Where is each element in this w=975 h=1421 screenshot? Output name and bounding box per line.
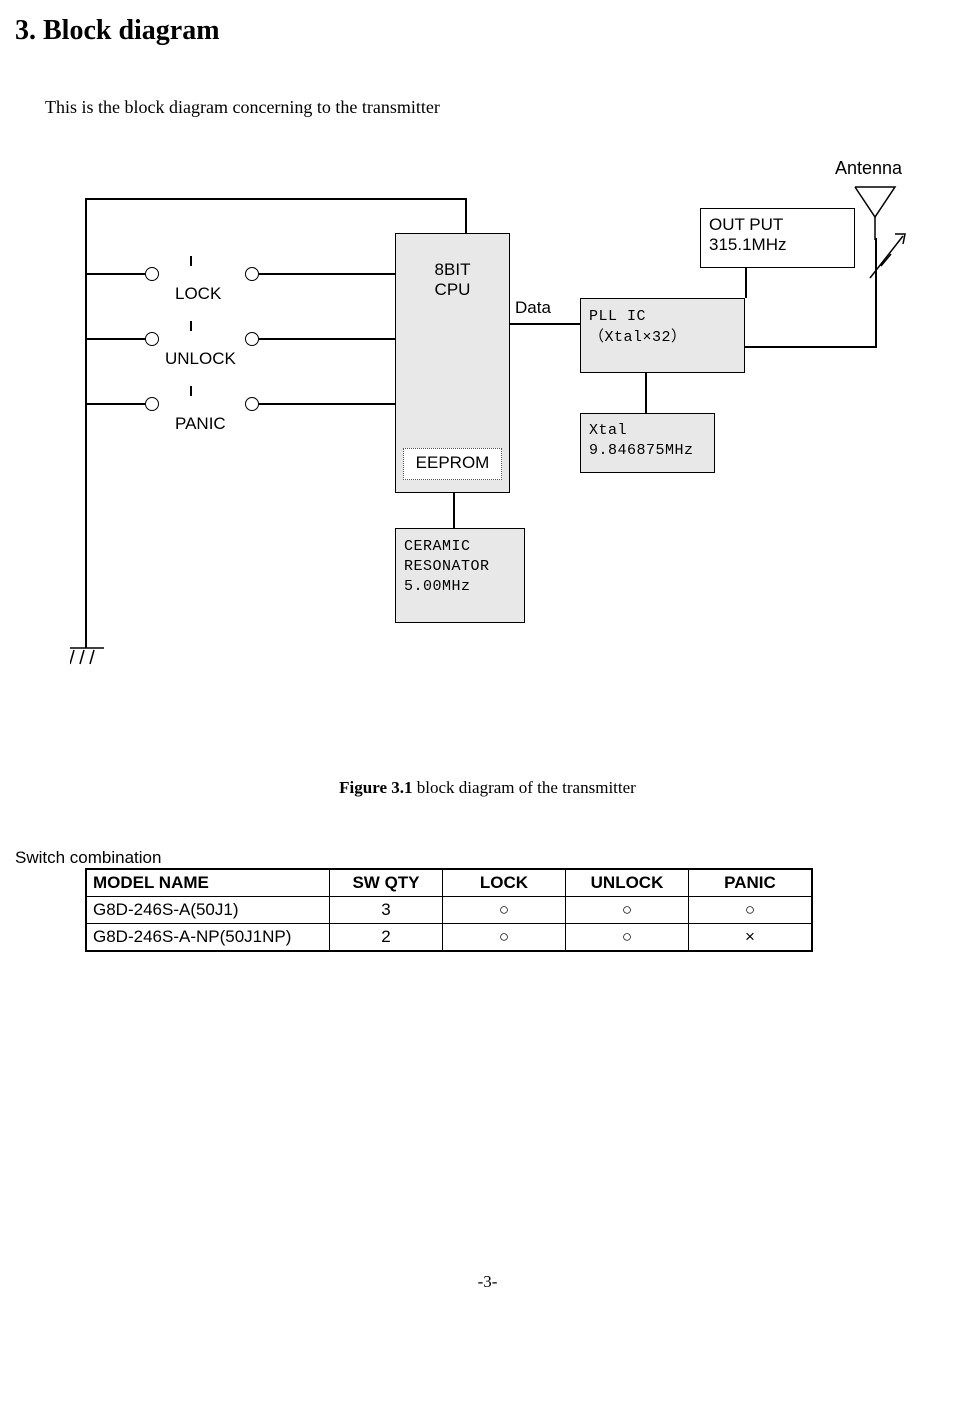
th-lock: LOCK [443,869,566,897]
section-title-text: Block diagram [43,15,220,46]
table-row: G8D-246S-A(50J1) 3 ○ ○ ○ [86,897,812,924]
panic-switch-label: PANIC [175,414,226,434]
cell-lock: ○ [443,897,566,924]
eeprom-block: EEPROM [403,448,502,480]
page-number: -3- [15,1272,960,1292]
table-row: G8D-246S-A-NP(50J1NP) 2 ○ ○ × [86,924,812,952]
pll-block: PLL IC （Xtal×32） [580,298,745,373]
xtal-block: Xtal 9.846875MHz [580,413,715,473]
cpu-line2: CPU [435,280,471,299]
figure-caption: Figure 3.1 block diagram of the transmit… [15,778,960,798]
cell-lock: ○ [443,924,566,952]
section-heading: 3. Block diagram [15,15,960,47]
switch-terminal-icon [245,397,259,411]
ground-icon [70,646,104,668]
block-diagram: Antenna LOCK UNLOCK PANIC 8BIT [45,158,975,728]
pll-line2: （Xtal×32） [589,329,687,346]
pll-line1: PLL IC [589,308,646,325]
switch-combination-table: MODEL NAME SW QTY LOCK UNLOCK PANIC G8D-… [85,868,813,952]
cell-unlock: ○ [566,897,689,924]
unlock-switch-label: UNLOCK [165,349,236,369]
output-line1: OUT PUT [709,215,783,234]
cell-panic: × [689,924,813,952]
cell-qty: 3 [330,897,443,924]
resonator-block: CERAMIC RESONATOR 5.00MHz [395,528,525,623]
figure-caption-text: block diagram of the transmitter [413,778,636,797]
xtal-line1: Xtal [589,422,627,439]
lock-switch-label: LOCK [175,284,221,304]
section-number: 3. [15,15,36,46]
cell-panic: ○ [689,897,813,924]
output-block: OUT PUT 315.1MHz [700,208,855,268]
output-line2: 315.1MHz [709,235,786,254]
res-line2: RESONATOR [404,558,490,575]
switch-terminal-icon [145,267,159,281]
cell-model: G8D-246S-A-NP(50J1NP) [86,924,330,952]
th-panic: PANIC [689,869,813,897]
intro-paragraph: This is the block diagram concerning to … [45,97,960,118]
th-swqty: SW QTY [330,869,443,897]
switch-terminal-icon [245,267,259,281]
switch-terminal-icon [145,332,159,346]
switch-terminal-icon [245,332,259,346]
cell-qty: 2 [330,924,443,952]
res-line1: CERAMIC [404,538,471,555]
cell-model: G8D-246S-A(50J1) [86,897,330,924]
th-unlock: UNLOCK [566,869,689,897]
res-line3: 5.00MHz [404,578,471,595]
xtal-line2: 9.846875MHz [589,442,694,459]
cpu-line1: 8BIT [435,260,471,279]
cell-unlock: ○ [566,924,689,952]
table-title: Switch combination [15,848,960,868]
th-model: MODEL NAME [86,869,330,897]
antenna-label: Antenna [835,158,902,179]
antenna-arrow-icon [865,228,915,288]
figure-number: Figure 3.1 [339,778,412,797]
data-label: Data [515,298,551,318]
switch-terminal-icon [145,397,159,411]
